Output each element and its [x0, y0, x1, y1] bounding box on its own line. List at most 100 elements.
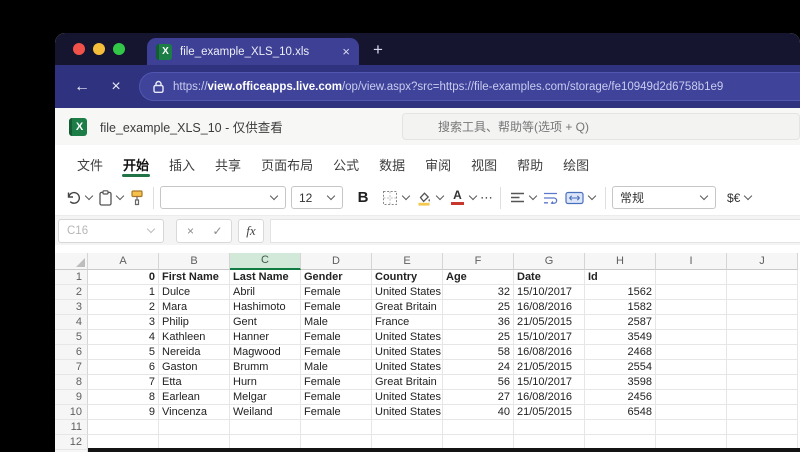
cell-I2[interactable]	[656, 285, 727, 300]
cell-B2[interactable]: Dulce	[159, 285, 230, 300]
cell-I6[interactable]	[656, 345, 727, 360]
cell-F9[interactable]: 27	[443, 390, 514, 405]
cell-E8[interactable]: Great Britain	[372, 375, 443, 390]
font-name-select[interactable]	[160, 186, 286, 209]
cell-G6[interactable]: 16/08/2016	[514, 345, 585, 360]
cell-H6[interactable]: 2468	[585, 345, 656, 360]
cell-E4[interactable]: France	[372, 315, 443, 330]
cell-D6[interactable]: Female	[301, 345, 372, 360]
cell-F11[interactable]	[443, 420, 514, 435]
cell-I11[interactable]	[656, 420, 727, 435]
menu-tab-0[interactable]: 文件	[67, 145, 113, 180]
column-header-D[interactable]: D	[301, 253, 372, 270]
cell-B4[interactable]: Philip	[159, 315, 230, 330]
cell-I8[interactable]	[656, 375, 727, 390]
alignment-dropdown-icon[interactable]	[528, 191, 538, 201]
cancel-entry-button[interactable]: ×	[177, 220, 204, 242]
cell-C10[interactable]: Weiland	[230, 405, 301, 420]
cell-E6[interactable]: United States	[372, 345, 443, 360]
cell-C11[interactable]	[230, 420, 301, 435]
name-box-dropdown-icon[interactable]	[146, 224, 156, 234]
cell-J11[interactable]	[727, 420, 798, 435]
cell-H1[interactable]: Id	[585, 270, 656, 285]
cell-H4[interactable]: 2587	[585, 315, 656, 330]
row-header-8[interactable]: 8	[55, 375, 88, 390]
alignment-button[interactable]	[507, 191, 540, 204]
cell-B5[interactable]: Kathleen	[159, 330, 230, 345]
borders-dropdown-icon[interactable]	[401, 191, 411, 201]
row-header-3[interactable]: 3	[55, 300, 88, 315]
cell-H11[interactable]	[585, 420, 656, 435]
cell-I7[interactable]	[656, 360, 727, 375]
menu-tab-7[interactable]: 审阅	[415, 145, 461, 180]
column-header-C[interactable]: C	[230, 253, 301, 270]
cell-G2[interactable]: 15/10/2017	[514, 285, 585, 300]
cell-J8[interactable]	[727, 375, 798, 390]
cell-D4[interactable]: Male	[301, 315, 372, 330]
cell-A8[interactable]: 7	[88, 375, 159, 390]
bold-button[interactable]: B	[352, 189, 374, 206]
cell-A1[interactable]: 0	[88, 270, 159, 285]
cell-F4[interactable]: 36	[443, 315, 514, 330]
row-header-2[interactable]: 2	[55, 285, 88, 300]
fill-color-button[interactable]	[413, 190, 447, 206]
paste-dropdown-icon[interactable]	[115, 191, 125, 201]
menu-tab-5[interactable]: 公式	[323, 145, 369, 180]
stop-icon[interactable]: ×	[99, 78, 133, 96]
cell-D8[interactable]: Female	[301, 375, 372, 390]
cell-F6[interactable]: 58	[443, 345, 514, 360]
cell-B9[interactable]: Earlean	[159, 390, 230, 405]
cell-F3[interactable]: 25	[443, 300, 514, 315]
cell-J5[interactable]	[727, 330, 798, 345]
cell-D11[interactable]	[301, 420, 372, 435]
cell-I3[interactable]	[656, 300, 727, 315]
cell-I1[interactable]	[656, 270, 727, 285]
cell-A2[interactable]: 1	[88, 285, 159, 300]
column-header-E[interactable]: E	[372, 253, 443, 270]
cell-C2[interactable]: Abril	[230, 285, 301, 300]
cell-B6[interactable]: Nereida	[159, 345, 230, 360]
cell-C4[interactable]: Gent	[230, 315, 301, 330]
cell-B1[interactable]: First Name	[159, 270, 230, 285]
font-name-dropdown-icon[interactable]	[269, 191, 279, 201]
browser-tab[interactable]: X file_example_XLS_10.xls ×	[147, 38, 359, 65]
menu-tab-9[interactable]: 帮助	[507, 145, 553, 180]
search-input[interactable]: 搜索工具、帮助等(选项 + Q)	[402, 113, 800, 140]
cell-C8[interactable]: Hurn	[230, 375, 301, 390]
more-formatting-button[interactable]: ⋯	[480, 190, 494, 206]
cell-A9[interactable]: 8	[88, 390, 159, 405]
column-header-F[interactable]: F	[443, 253, 514, 270]
font-color-button[interactable]: A	[447, 189, 480, 206]
cell-E2[interactable]: United States	[372, 285, 443, 300]
merge-cells-button[interactable]	[562, 191, 599, 205]
cell-J9[interactable]	[727, 390, 798, 405]
row-header-9[interactable]: 9	[55, 390, 88, 405]
column-header-I[interactable]: I	[656, 253, 727, 270]
borders-button[interactable]	[379, 190, 413, 206]
cell-D7[interactable]: Male	[301, 360, 372, 375]
cell-H10[interactable]: 6548	[585, 405, 656, 420]
row-header-12[interactable]: 12	[55, 435, 88, 450]
font-size-dropdown-icon[interactable]	[326, 191, 336, 201]
font-size-select[interactable]: 12	[291, 186, 343, 209]
menu-tab-3[interactable]: 共享	[205, 145, 251, 180]
menu-tab-8[interactable]: 视图	[461, 145, 507, 180]
name-box[interactable]: C16	[58, 218, 164, 243]
number-format-select[interactable]: 常规	[612, 186, 716, 209]
cell-J3[interactable]	[727, 300, 798, 315]
cell-C9[interactable]: Melgar	[230, 390, 301, 405]
cell-F7[interactable]: 24	[443, 360, 514, 375]
cell-E5[interactable]: United States	[372, 330, 443, 345]
cell-G5[interactable]: 15/10/2017	[514, 330, 585, 345]
cell-H3[interactable]: 1582	[585, 300, 656, 315]
back-icon[interactable]: ←	[65, 78, 99, 96]
cell-G11[interactable]	[514, 420, 585, 435]
menu-tab-4[interactable]: 页面布局	[251, 145, 323, 180]
cell-E10[interactable]: United States	[372, 405, 443, 420]
confirm-entry-button[interactable]: ✓	[204, 220, 231, 242]
merge-dropdown-icon[interactable]	[587, 191, 597, 201]
cell-G4[interactable]: 21/05/2015	[514, 315, 585, 330]
column-header-H[interactable]: H	[585, 253, 656, 270]
cell-G3[interactable]: 16/08/2016	[514, 300, 585, 315]
cell-F2[interactable]: 32	[443, 285, 514, 300]
